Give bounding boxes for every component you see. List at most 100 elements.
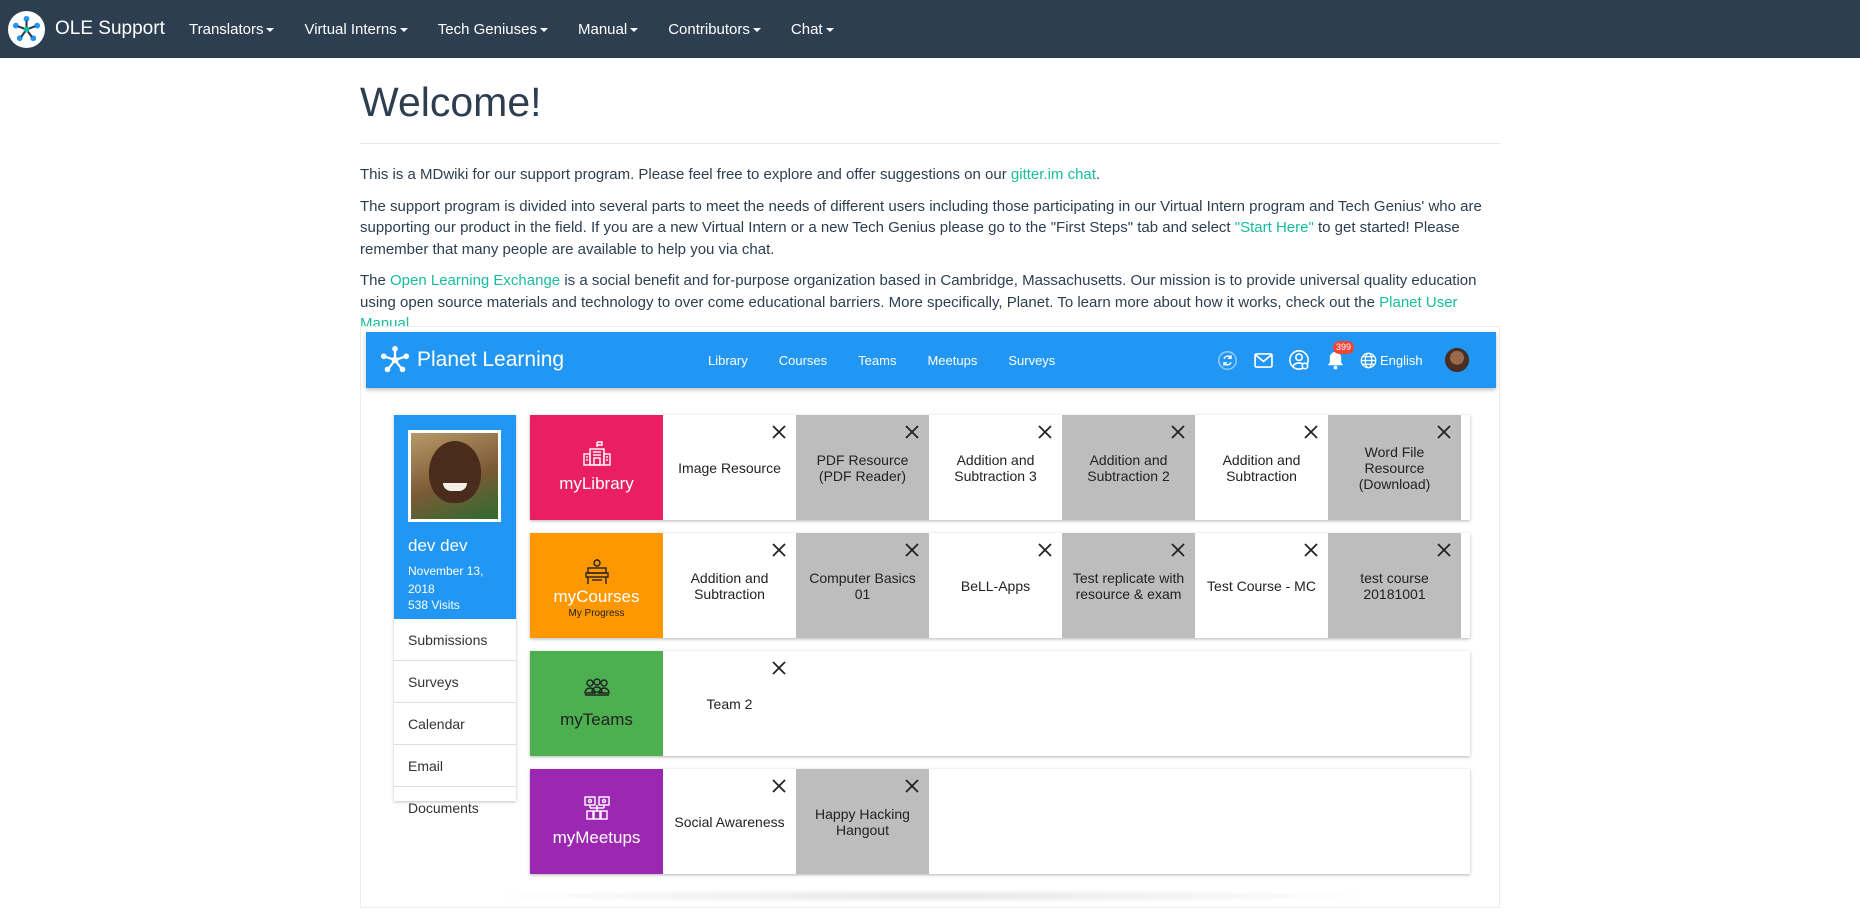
close-icon[interactable] bbox=[1304, 425, 1318, 439]
close-icon[interactable] bbox=[1038, 543, 1052, 557]
close-icon[interactable] bbox=[1038, 425, 1052, 439]
close-icon[interactable] bbox=[905, 779, 919, 793]
brand-name: OLE Support bbox=[55, 18, 165, 39]
close-icon[interactable] bbox=[772, 661, 786, 675]
library-tile[interactable]: Addition and Subtraction 2 bbox=[1062, 415, 1195, 520]
menu-email[interactable]: Email bbox=[394, 745, 516, 787]
notification-count-badge: 399 bbox=[1333, 341, 1355, 354]
planet-nav-surveys[interactable]: Surveys bbox=[1008, 353, 1055, 368]
user-avatar[interactable] bbox=[1444, 348, 1469, 372]
tile-label: Word File Resource (Download) bbox=[1358, 443, 1431, 492]
caret-down-icon bbox=[825, 28, 834, 32]
nav-label: Translators bbox=[189, 20, 264, 38]
course-tile[interactable]: Test Course - MC bbox=[1195, 533, 1328, 638]
nav-translators[interactable]: Translators bbox=[174, 21, 289, 38]
meetup-tile[interactable]: Happy Hacking Hangout bbox=[796, 769, 929, 874]
photo-face bbox=[429, 441, 481, 503]
courses-desk-icon bbox=[530, 559, 663, 585]
close-icon[interactable] bbox=[905, 425, 919, 439]
menu-calendar[interactable]: Calendar bbox=[394, 703, 516, 745]
team-tile[interactable]: Team 2 bbox=[663, 651, 796, 756]
close-icon[interactable] bbox=[772, 779, 786, 793]
teams-people-icon bbox=[530, 677, 663, 699]
tile-label: Image Resource bbox=[678, 459, 781, 476]
caret-down-icon bbox=[752, 28, 761, 32]
my-courses-label: myCourses bbox=[553, 587, 640, 606]
planet-nav-teams[interactable]: Teams bbox=[858, 353, 896, 368]
my-meetups-label: myMeetups bbox=[552, 828, 641, 847]
user-status-icon[interactable] bbox=[1288, 349, 1310, 371]
divider bbox=[360, 143, 1500, 144]
brand-link[interactable]: OLE Support bbox=[8, 9, 165, 49]
top-navbar: OLE Support Translators Virtual Interns … bbox=[0, 0, 1860, 58]
tile-label: PDF Resource (PDF Reader) bbox=[816, 451, 909, 484]
my-meetups-header[interactable]: myMeetups bbox=[530, 769, 663, 874]
close-icon[interactable] bbox=[1171, 425, 1185, 439]
planet-nav-meetups[interactable]: Meetups bbox=[927, 353, 977, 368]
bottom-shadow bbox=[481, 889, 1381, 903]
menu-surveys[interactable]: Surveys bbox=[394, 661, 516, 703]
close-icon[interactable] bbox=[772, 425, 786, 439]
mail-icon[interactable] bbox=[1252, 349, 1274, 371]
my-library-header[interactable]: myLibrary bbox=[530, 415, 663, 520]
course-tile[interactable]: Computer Basics 01 bbox=[796, 533, 929, 638]
tile-label: Addition and Subtraction 3 bbox=[954, 451, 1037, 484]
main-content: Welcome! This is a MDwiki for our suppor… bbox=[360, 58, 1500, 908]
program-paragraph: The support program is divided into seve… bbox=[360, 196, 1500, 261]
nav-chat[interactable]: Chat bbox=[776, 21, 849, 38]
planet-nav-library[interactable]: Library bbox=[708, 353, 748, 368]
my-teams-header[interactable]: myTeams bbox=[530, 651, 663, 756]
library-tile[interactable]: Word File Resource (Download) bbox=[1328, 415, 1461, 520]
page-title: Welcome! bbox=[360, 79, 542, 125]
course-tile[interactable]: Addition and Subtraction bbox=[663, 533, 796, 638]
nav-label: Chat bbox=[790, 20, 823, 38]
close-icon[interactable] bbox=[772, 543, 786, 557]
planet-screenshot: Planet Learning Library Courses Teams Me… bbox=[360, 326, 1500, 908]
my-courses-header[interactable]: myCourses My Progress bbox=[530, 533, 663, 638]
language-selector[interactable]: English bbox=[1360, 352, 1423, 369]
text: The bbox=[360, 272, 391, 289]
text: This is a MDwiki for our support program… bbox=[360, 166, 1011, 183]
tile-label: Addition and Subtraction 2 bbox=[1087, 451, 1170, 484]
caret-down-icon bbox=[399, 28, 408, 32]
nav-manual[interactable]: Manual bbox=[563, 21, 653, 38]
nav-tech-geniuses[interactable]: Tech Geniuses bbox=[423, 21, 563, 38]
close-icon[interactable] bbox=[905, 543, 919, 557]
close-icon[interactable] bbox=[1171, 543, 1185, 557]
meetups-network-icon bbox=[530, 795, 663, 821]
profile-visits: 538 Visits bbox=[408, 598, 460, 612]
profile-name: dev dev bbox=[408, 536, 468, 555]
profile-card: dev dev November 13, 2018 538 Visits Sub… bbox=[394, 415, 516, 816]
library-building-icon bbox=[530, 441, 663, 467]
library-tile[interactable]: PDF Resource (PDF Reader) bbox=[796, 415, 929, 520]
menu-documents[interactable]: Documents bbox=[394, 787, 516, 829]
intro-paragraph: This is a MDwiki for our support program… bbox=[360, 164, 1500, 186]
meetup-tile[interactable]: Social Awareness bbox=[663, 769, 796, 874]
nav-virtual-interns[interactable]: Virtual Interns bbox=[289, 21, 422, 38]
tile-label: Test Course - MC bbox=[1207, 577, 1316, 594]
notifications-bell-icon[interactable]: 399 bbox=[1324, 341, 1355, 371]
start-here-link[interactable]: "Start Here" bbox=[1235, 219, 1314, 236]
caret-down-icon bbox=[266, 28, 275, 32]
tile-label: Team 2 bbox=[706, 695, 753, 712]
planet-nav: Library Courses Teams Meetups Surveys bbox=[708, 332, 1086, 388]
my-library-label: myLibrary bbox=[559, 474, 634, 493]
close-icon[interactable] bbox=[1437, 543, 1451, 557]
course-tile[interactable]: BeLL-Apps bbox=[929, 533, 1062, 638]
library-tile[interactable]: Image Resource bbox=[663, 415, 796, 520]
menu-submissions[interactable]: Submissions bbox=[394, 619, 516, 661]
main-nav: Translators Virtual Interns Tech Geniuse… bbox=[174, 0, 849, 58]
tile-label: BeLL-Apps bbox=[960, 577, 1031, 594]
open-learning-exchange-link[interactable]: Open Learning Exchange bbox=[390, 272, 560, 289]
my-progress-link[interactable]: My Progress bbox=[530, 608, 663, 619]
gitter-chat-link[interactable]: gitter.im chat bbox=[1011, 166, 1096, 183]
course-tile[interactable]: test course 20181001 bbox=[1328, 533, 1461, 638]
library-tile[interactable]: Addition and Subtraction 3 bbox=[929, 415, 1062, 520]
library-tile[interactable]: Addition and Subtraction bbox=[1195, 415, 1328, 520]
planet-nav-courses[interactable]: Courses bbox=[779, 353, 827, 368]
nav-contributors[interactable]: Contributors bbox=[653, 21, 776, 38]
close-icon[interactable] bbox=[1304, 543, 1318, 557]
close-icon[interactable] bbox=[1437, 425, 1451, 439]
sync-icon[interactable] bbox=[1216, 349, 1238, 371]
course-tile[interactable]: Test replicate with resource & exam bbox=[1062, 533, 1195, 638]
